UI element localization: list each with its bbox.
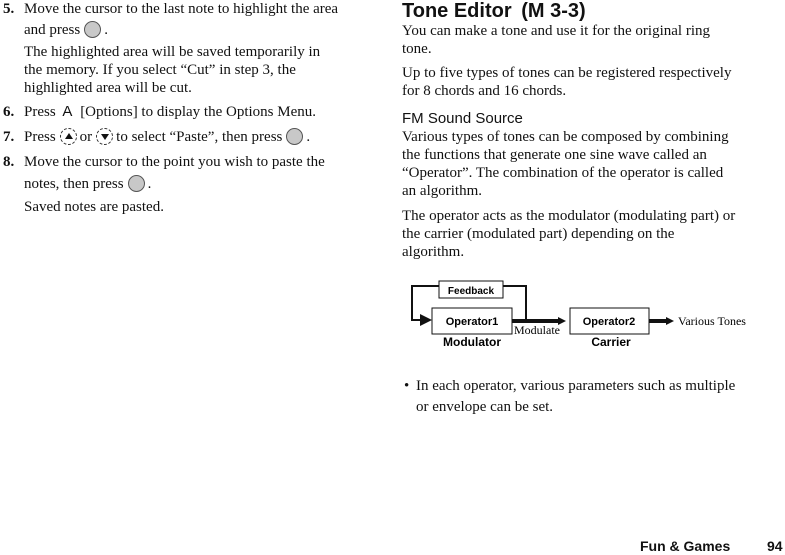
carrier-label: Carrier bbox=[591, 335, 631, 349]
paragraph: for 8 chords and 16 chords. bbox=[402, 83, 567, 99]
step-text-part: Press bbox=[24, 129, 56, 145]
step-text: notes, then press. bbox=[24, 175, 151, 193]
step-text-part: notes, then press bbox=[24, 176, 124, 192]
step-note: the memory. If you select “Cut” in step … bbox=[24, 62, 296, 78]
bullet-text: In each operator, various parameters suc… bbox=[416, 378, 736, 394]
page-title: Tone Editor (M 3-3) bbox=[402, 0, 586, 22]
paragraph: algorithm. bbox=[402, 244, 465, 260]
fm-algorithm-diagram: Feedback Operator1 Modulate Operator2 Va… bbox=[411, 280, 746, 349]
step-text-part: . bbox=[104, 22, 108, 38]
step-text-part: and press bbox=[24, 22, 81, 38]
operator1-label: Operator1 bbox=[446, 316, 499, 328]
nav-up-icon bbox=[59, 128, 77, 145]
page-number: 94 bbox=[767, 538, 783, 554]
step-text-part: [Options] to display the Options Menu. bbox=[80, 104, 317, 120]
intro-paragraph: tone. bbox=[402, 41, 432, 57]
paragraph: the carrier (modulated part) depending o… bbox=[402, 226, 675, 242]
step-note: highlighted area will be cut. bbox=[24, 80, 192, 96]
modulate-label: Modulate bbox=[514, 323, 560, 337]
paragraph: The operator acts as the modulator (modu… bbox=[402, 208, 736, 224]
modulator-label: Modulator bbox=[443, 335, 501, 349]
step-text-part: . bbox=[147, 176, 152, 192]
step-text: Press or to select “Paste”, then press. bbox=[24, 128, 310, 146]
output-label: Various Tones bbox=[678, 314, 746, 328]
center-key-icon bbox=[286, 128, 304, 145]
paragraph: the functions that generate one sine wav… bbox=[402, 147, 707, 163]
step-number: 6. bbox=[3, 104, 15, 120]
bullet-icon: • bbox=[404, 378, 410, 394]
step-text-part: Press bbox=[24, 104, 56, 120]
paragraph: Up to five types of tones can be registe… bbox=[402, 65, 732, 81]
bullet-text: or envelope can be set. bbox=[416, 399, 554, 415]
paragraph: “Operator”. The combination of the opera… bbox=[402, 165, 724, 181]
step-text: Move the cursor to the last note to high… bbox=[24, 1, 339, 17]
center-key-icon bbox=[84, 21, 102, 38]
step-text-part: . bbox=[306, 129, 311, 145]
center-key-icon bbox=[127, 175, 145, 192]
paragraph: an algorithm. bbox=[402, 183, 482, 199]
step-number: 5. bbox=[3, 1, 15, 17]
feedback-label: Feedback bbox=[448, 286, 495, 297]
footer-section-title: Fun & Games bbox=[640, 538, 731, 554]
step-number: 7. bbox=[3, 129, 15, 145]
step-text: Move the cursor to the point you wish to… bbox=[24, 154, 325, 170]
output-arrowhead bbox=[666, 317, 674, 325]
step-text-part: or bbox=[79, 129, 93, 145]
section-heading: FM Sound Source bbox=[402, 110, 523, 127]
step-text: Press A [Options] to display the Options… bbox=[24, 103, 316, 121]
paragraph: Various types of tones can be composed b… bbox=[402, 129, 729, 145]
nav-down-icon bbox=[96, 128, 114, 145]
step-number: 8. bbox=[3, 154, 15, 170]
step-text-part: to select “Paste”, then press bbox=[116, 129, 283, 145]
softkey-a-icon: A bbox=[62, 103, 73, 120]
step-note: Saved notes are pasted. bbox=[24, 199, 164, 215]
operator2-label: Operator2 bbox=[583, 316, 636, 328]
title-text: Tone Editor bbox=[402, 0, 512, 22]
menu-reference: (M 3-3) bbox=[521, 0, 586, 22]
step-note: The highlighted area will be saved tempo… bbox=[24, 44, 321, 60]
intro-paragraph: You can make a tone and use it for the o… bbox=[402, 23, 710, 39]
step-text: and press. bbox=[24, 21, 108, 39]
